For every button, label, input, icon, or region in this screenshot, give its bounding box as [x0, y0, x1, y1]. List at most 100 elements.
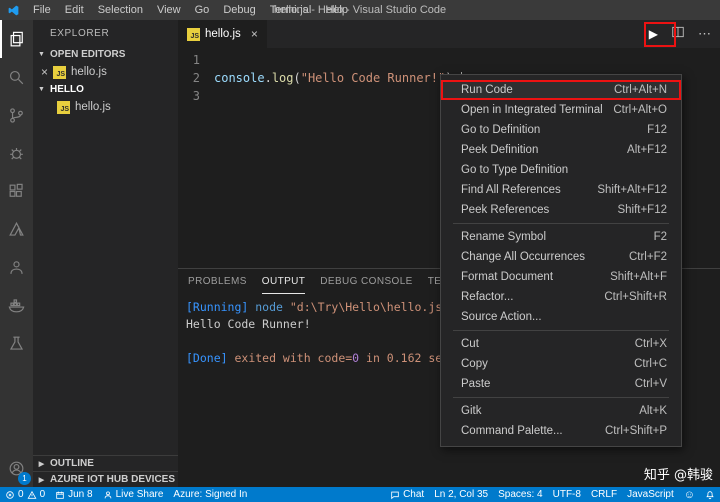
- open-editors-header[interactable]: ▼ OPEN EDITORS: [33, 46, 178, 63]
- menu-go[interactable]: Go: [188, 0, 217, 20]
- remote-icon[interactable]: [0, 248, 33, 286]
- menu-item-paste[interactable]: Paste Ctrl+V: [441, 374, 681, 394]
- menu-terminal[interactable]: Terminal: [263, 0, 319, 20]
- explorer-icon[interactable]: [0, 20, 33, 58]
- menu-item-gitk[interactable]: Gitk Alt+K: [441, 401, 681, 421]
- output-token: [Done]: [186, 351, 234, 365]
- editor-tab-bar: JS hello.js × ▶ ⋯: [178, 20, 720, 48]
- test-icon[interactable]: [0, 324, 33, 362]
- open-editor-item-hello-js[interactable]: × JS hello.js: [33, 63, 178, 81]
- menu-selection[interactable]: Selection: [91, 0, 150, 20]
- menu-item-find-all-references[interactable]: Find All References Shift+Alt+F12: [441, 180, 681, 200]
- tab-label: hello.js: [205, 28, 241, 40]
- more-actions-icon[interactable]: ⋯: [698, 26, 712, 42]
- menu-item-shortcut: Ctrl+Shift+R: [604, 291, 667, 303]
- debug-icon[interactable]: [0, 134, 33, 172]
- menu-item-copy[interactable]: Copy Ctrl+C: [441, 354, 681, 374]
- menu-item-label: Format Document: [461, 271, 553, 283]
- warning-count: 0: [40, 489, 46, 500]
- menu-item-label: Peek References: [461, 204, 549, 216]
- code-token: "Hello Code Runner!": [301, 71, 446, 85]
- status-bar-right: Chat Ln 2, Col 35 Spaces: 4 UTF-8 CRLF J…: [385, 487, 720, 502]
- live-share-label: Live Share: [116, 489, 164, 500]
- menu-item-shortcut: Shift+F12: [617, 204, 667, 216]
- azure-signin-status[interactable]: Azure: Signed In: [168, 487, 252, 502]
- menu-item-shortcut: Ctrl+X: [635, 338, 667, 350]
- menu-item-label: Gitk: [461, 405, 481, 417]
- menu-item-run-code[interactable]: Run Code Ctrl+Alt+N: [441, 80, 681, 100]
- tab-close-icon[interactable]: ×: [251, 29, 258, 39]
- menu-separator: [453, 223, 669, 224]
- date-text: Jun 8: [68, 489, 92, 500]
- menu-edit[interactable]: Edit: [58, 0, 91, 20]
- code-token: .: [265, 71, 272, 85]
- docker-icon[interactable]: [0, 286, 33, 324]
- menu-item-label: Rename Symbol: [461, 231, 546, 243]
- explorer-sidebar: EXPLORER ▼ OPEN EDITORS × JS hello.js ▼ …: [33, 20, 178, 487]
- menu-item-change-all-occurrences[interactable]: Change All Occurrences Ctrl+F2: [441, 247, 681, 267]
- menu-item-label: Copy: [461, 358, 488, 370]
- menu-item-shortcut: Shift+Alt+F: [610, 271, 667, 283]
- menu-item-rename-symbol[interactable]: Rename Symbol F2: [441, 227, 681, 247]
- menu-item-command-palette[interactable]: Command Palette... Ctrl+Shift+P: [441, 421, 681, 441]
- menu-item-peek-references[interactable]: Peek References Shift+F12: [441, 200, 681, 220]
- menu-item-format-document[interactable]: Format Document Shift+Alt+F: [441, 267, 681, 287]
- indentation-status[interactable]: Spaces: 4: [493, 487, 547, 502]
- menu-view[interactable]: View: [150, 0, 188, 20]
- menu-item-peek-definition[interactable]: Peek Definition Alt+F12: [441, 140, 681, 160]
- chat-button[interactable]: Chat: [385, 487, 429, 502]
- source-control-icon[interactable]: [0, 96, 33, 134]
- error-count: 0: [18, 489, 24, 500]
- accounts-icon[interactable]: 1: [0, 449, 33, 487]
- menu-item-go-to-definition[interactable]: Go to Definition F12: [441, 120, 681, 140]
- menu-item-cut[interactable]: Cut Ctrl+X: [441, 334, 681, 354]
- menu-item-refactor[interactable]: Refactor... Ctrl+Shift+R: [441, 287, 681, 307]
- close-icon[interactable]: ×: [41, 67, 48, 77]
- notifications-bell-icon[interactable]: [700, 487, 720, 502]
- azure-signin-label: Azure: Signed In: [173, 489, 247, 500]
- output-token: "d:\Try\Hello\hello.js": [290, 300, 449, 314]
- folder-hello-header[interactable]: ▼ HELLO: [33, 81, 178, 98]
- live-share-icon: [103, 490, 113, 500]
- editor-context-menu: Run Code Ctrl+Alt+N Open in Integrated T…: [440, 74, 682, 447]
- chevron-right-icon: ▶: [37, 460, 46, 468]
- feedback-smiley-icon[interactable]: ☺: [679, 487, 700, 502]
- tree-item-hello-js[interactable]: JS hello.js: [33, 98, 178, 116]
- menu-item-label: Go to Definition: [461, 124, 540, 136]
- output-token: [Running]: [186, 300, 255, 314]
- tab-output[interactable]: OUTPUT: [262, 269, 306, 294]
- live-share-button[interactable]: Live Share: [98, 487, 169, 502]
- chevron-right-icon: ▶: [37, 476, 46, 484]
- menu-item-shortcut: Alt+F12: [627, 144, 667, 156]
- tab-problems[interactable]: PROBLEMS: [188, 269, 247, 294]
- cursor-position[interactable]: Ln 2, Col 35: [429, 487, 493, 502]
- menu-item-shortcut: Ctrl+F2: [629, 251, 667, 263]
- date-status[interactable]: Jun 8: [50, 487, 97, 502]
- js-file-icon: JS: [57, 101, 70, 114]
- extensions-icon[interactable]: [0, 172, 33, 210]
- problems-status[interactable]: 0 0: [0, 487, 50, 502]
- status-bar: 0 0 Jun 8 Live Share Azure: Signed In Ch…: [0, 487, 720, 502]
- menu-file[interactable]: File: [26, 0, 58, 20]
- tab-hello-js[interactable]: JS hello.js ×: [178, 20, 267, 48]
- line-number: 2: [178, 69, 214, 87]
- outline-section-header[interactable]: ▶ OUTLINE: [33, 455, 178, 471]
- menu-item-open-in-integrated-terminal[interactable]: Open in Integrated Terminal Ctrl+Alt+O: [441, 100, 681, 120]
- calendar-icon: [55, 490, 65, 500]
- eol-status[interactable]: CRLF: [586, 487, 622, 502]
- menu-item-source-action[interactable]: Source Action...: [441, 307, 681, 327]
- menu-separator: [453, 330, 669, 331]
- azure-iot-section-header[interactable]: ▶ AZURE IOT HUB DEVICES: [33, 471, 178, 487]
- azure-icon[interactable]: [0, 210, 33, 248]
- tab-debug-console[interactable]: DEBUG CONSOLE: [320, 269, 412, 294]
- encoding-status[interactable]: UTF-8: [548, 487, 586, 502]
- line-number: 3: [178, 87, 214, 105]
- menu-debug[interactable]: Debug: [216, 0, 262, 20]
- menu-help[interactable]: Help: [318, 0, 355, 20]
- code-token: log: [272, 71, 294, 85]
- activity-bar: 1: [0, 20, 33, 487]
- menu-item-go-to-type-definition[interactable]: Go to Type Definition: [441, 160, 681, 180]
- language-mode[interactable]: JavaScript: [622, 487, 679, 502]
- output-token: Hello Code Runner!: [186, 317, 311, 331]
- search-icon[interactable]: [0, 58, 33, 96]
